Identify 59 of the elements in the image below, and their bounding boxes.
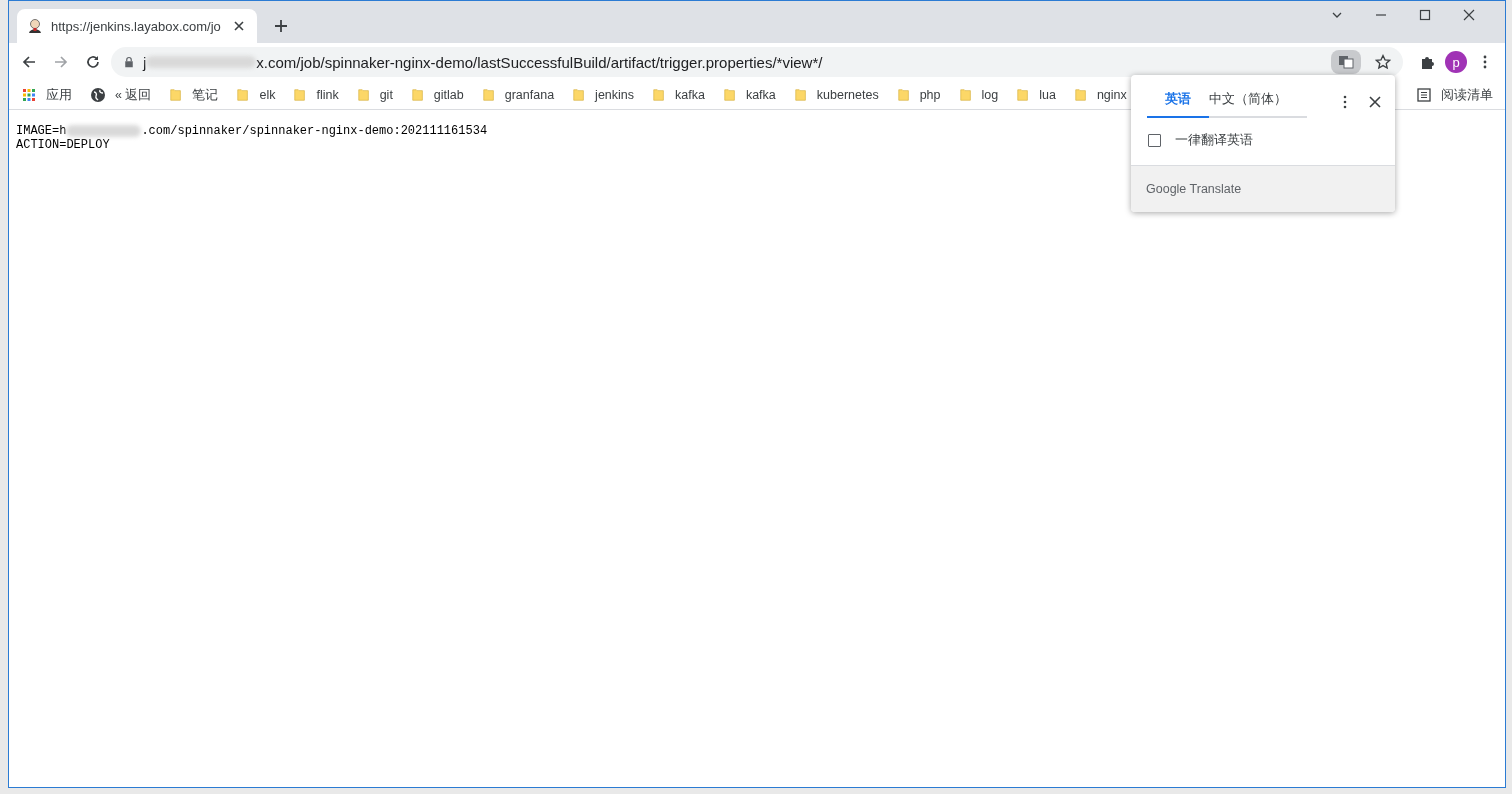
bookmark-item[interactable]: php (896, 87, 941, 103)
url-text: x.com/job/spinnaker-nginx-demo/lastSuccessfulBuild/artifact/trigger.properties/*view*/ (256, 53, 823, 71)
folder-icon (793, 87, 808, 103)
folder-icon (481, 87, 496, 103)
folder-icon (572, 87, 587, 103)
bookmark-item[interactable]: 应用 (21, 86, 72, 104)
bookmark-item[interactable]: kafka (652, 87, 705, 103)
translate-icon[interactable] (1338, 54, 1354, 70)
bookmark-item[interactable]: elk (236, 87, 276, 103)
jenkins-butler-icon (27, 18, 43, 34)
address-bar[interactable]: j x.com/job/spinnaker-nginx-demo/lastSuccessfulBuild/artifact/trigger.properties/*view*/ (111, 47, 1403, 77)
apps-grid-icon (21, 87, 37, 103)
popup-footer: Google Translate (1131, 166, 1395, 212)
bookmark-item[interactable]: granfana (481, 87, 555, 103)
reload-icon[interactable] (85, 54, 101, 70)
browser-tab[interactable]: https://jenkins.layabox.com/jo (17, 9, 257, 43)
checkbox-label: 一律翻译英语 (1175, 132, 1253, 149)
folder-icon (293, 87, 308, 103)
bookmark-item[interactable]: log (958, 87, 999, 103)
bookmark-item[interactable]: kubernetes (793, 87, 879, 103)
bookmark-item[interactable]: « 返回 (90, 86, 152, 104)
reading-list-icon (1416, 87, 1432, 103)
bookmark-item[interactable]: nginx (1073, 87, 1127, 103)
folder-icon (722, 87, 737, 103)
folder-icon (896, 87, 911, 103)
bookmark-item[interactable]: git (356, 87, 393, 103)
bookmark-item[interactable]: 笔记 (169, 86, 219, 104)
new-tab-icon[interactable] (273, 18, 289, 34)
url-text: j (143, 53, 147, 71)
folder-icon (1016, 87, 1031, 103)
bookmark-item[interactable]: flink (293, 87, 339, 103)
folder-icon (958, 87, 973, 103)
star-icon[interactable] (1375, 54, 1391, 70)
folder-icon (236, 87, 251, 103)
folder-icon (356, 87, 371, 103)
globe-icon (90, 87, 106, 103)
reading-list-button[interactable]: 阅读清单 (1416, 86, 1493, 104)
profile-avatar[interactable]: p (1445, 51, 1467, 73)
back-arrow-icon[interactable] (21, 54, 37, 70)
text-line: IMAGE=h (16, 124, 67, 138)
folder-icon (410, 87, 425, 103)
bookmark-item[interactable]: gitlab (410, 87, 464, 103)
bookmark-item[interactable]: lua (1016, 87, 1056, 103)
text-line: ACTION=DEPLOY (16, 138, 110, 152)
tab-title: https://jenkins.layabox.com/jo (51, 18, 222, 34)
folder-icon (169, 87, 184, 103)
language-tab[interactable]: 英语 (1147, 85, 1209, 118)
text-line: .com/spinnaker/spinnaker-nginx-demo:202111161534 (141, 124, 488, 138)
close-icon[interactable] (1461, 7, 1477, 23)
folder-icon (652, 87, 667, 103)
language-tab[interactable]: 中文（简体） (1209, 85, 1307, 118)
bookmark-item[interactable]: jenkins (572, 87, 635, 103)
close-icon[interactable] (1367, 93, 1383, 110)
lock-icon (123, 55, 135, 69)
checkbox[interactable] (1148, 134, 1161, 147)
maximize-icon[interactable] (1417, 7, 1433, 23)
bookmark-item[interactable]: kafka (722, 87, 776, 103)
folder-icon (1073, 87, 1088, 103)
puzzle-piece-icon[interactable] (1419, 54, 1435, 70)
